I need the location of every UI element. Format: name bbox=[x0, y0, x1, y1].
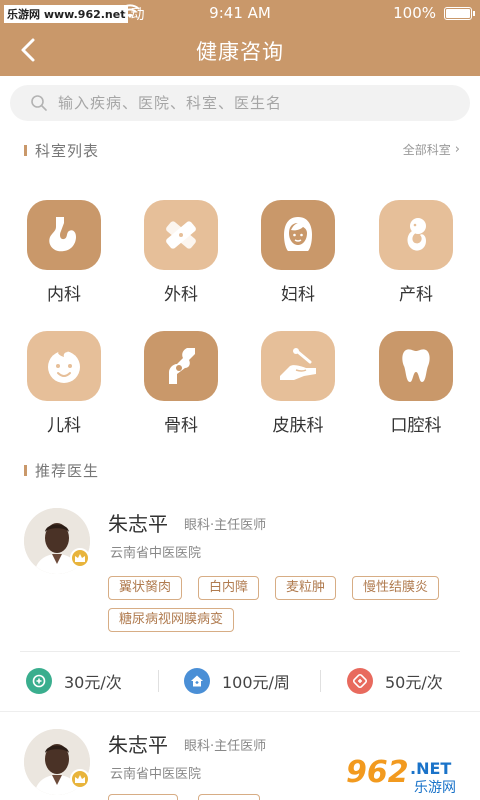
recommended-title: 推荐医生 bbox=[35, 461, 100, 480]
logo-sub: 乐游网 bbox=[414, 780, 456, 796]
dept-tile bbox=[144, 200, 218, 270]
doctor-hospital: 云南省中医医院 bbox=[110, 546, 202, 561]
condition-tag[interactable]: 糖尿病视网膜病变 bbox=[108, 608, 235, 632]
doctor-title: 眼科·主任医师 bbox=[184, 518, 267, 533]
search-icon bbox=[31, 95, 47, 111]
top-bar: 乐游网 www.962.net 动 9:41 AM 100% 健康咨询 bbox=[0, 0, 480, 76]
skin-hand-icon bbox=[280, 348, 316, 380]
doctor-title: 眼科·主任医师 bbox=[184, 739, 267, 754]
price-label: 50元/次 bbox=[385, 673, 443, 692]
dept-dermatology[interactable]: 皮肤科 bbox=[243, 331, 353, 436]
dept-label: 内科 bbox=[47, 285, 81, 305]
dept-internal-medicine[interactable]: 内科 bbox=[9, 200, 119, 305]
bandage-icon bbox=[166, 221, 196, 249]
dept-tile bbox=[144, 331, 218, 401]
baby-icon bbox=[48, 349, 80, 383]
woman-icon bbox=[284, 217, 312, 251]
all-departments-label: 全部科室 bbox=[402, 143, 451, 157]
logo-suffix: .NET bbox=[410, 759, 451, 778]
dept-tile bbox=[27, 331, 101, 401]
doctor-name: 朱志平 bbox=[108, 733, 168, 757]
price-text-consult[interactable]: 30元/次 bbox=[26, 668, 122, 694]
dept-label: 儿科 bbox=[47, 416, 81, 436]
dept-gynecology[interactable]: 妇科 bbox=[243, 200, 353, 305]
condition-tag-partial[interactable] bbox=[108, 794, 178, 800]
stomach-icon bbox=[49, 217, 76, 252]
section-marker bbox=[24, 144, 27, 156]
crown-icon bbox=[70, 548, 90, 568]
divider bbox=[20, 651, 460, 652]
tooth-icon bbox=[402, 349, 430, 382]
condition-tag[interactable]: 慢性结膜炎 bbox=[352, 576, 440, 600]
departments-title: 科室列表 bbox=[35, 141, 100, 160]
condition-tag[interactable]: 麦粒肿 bbox=[275, 576, 337, 600]
all-departments-link[interactable]: 全部科室 › bbox=[403, 141, 460, 158]
price-phone-consult[interactable]: 50元/次 bbox=[347, 668, 443, 694]
dept-tile bbox=[379, 200, 453, 270]
section-marker bbox=[24, 464, 27, 476]
dept-label: 妇科 bbox=[281, 285, 315, 305]
home-icon bbox=[184, 668, 210, 694]
battery-icon bbox=[444, 7, 475, 20]
dept-stomatology[interactable]: 口腔科 bbox=[361, 331, 471, 436]
search-bar[interactable] bbox=[10, 85, 470, 121]
chevron-right-icon: › bbox=[454, 142, 460, 157]
dept-surgery[interactable]: 外科 bbox=[126, 200, 236, 305]
dept-tile bbox=[261, 331, 335, 401]
condition-tag[interactable]: 翼状胬肉 bbox=[108, 576, 183, 600]
status-bar: 乐游网 www.962.net 动 9:41 AM 100% bbox=[0, 0, 480, 26]
card-separator bbox=[0, 711, 480, 712]
logo-digits: 962 bbox=[346, 755, 409, 790]
dept-pediatrics[interactable]: 儿科 bbox=[9, 331, 119, 436]
chat-icon bbox=[26, 668, 52, 694]
dept-label: 产科 bbox=[399, 285, 433, 305]
dept-label: 外科 bbox=[164, 285, 198, 305]
dept-obstetrics[interactable]: 产科 bbox=[361, 200, 471, 305]
dept-label: 口腔科 bbox=[390, 416, 442, 436]
price-label: 30元/次 bbox=[64, 673, 122, 692]
dept-tile bbox=[379, 331, 453, 401]
fetus-icon bbox=[407, 218, 426, 251]
watermark-logo: 962 .NET 乐游网 bbox=[340, 750, 476, 798]
dept-tile bbox=[261, 200, 335, 270]
condition-tag-partial[interactable] bbox=[198, 794, 260, 800]
recommended-header: 推荐医生 bbox=[24, 460, 99, 480]
dept-label: 骨科 bbox=[164, 416, 198, 436]
dept-label: 皮肤科 bbox=[272, 416, 324, 436]
crown-icon bbox=[70, 769, 90, 789]
price-private-doctor[interactable]: 100元/周 bbox=[184, 668, 290, 694]
phone-icon bbox=[347, 668, 373, 694]
bone-joint-icon bbox=[169, 348, 195, 384]
departments-header: 科室列表 bbox=[24, 140, 99, 160]
price-separator bbox=[320, 670, 321, 692]
dept-tile bbox=[27, 200, 101, 270]
condition-tag[interactable]: 白内障 bbox=[198, 576, 260, 600]
page-title: 健康咨询 bbox=[196, 40, 284, 64]
doctor-name: 朱志平 bbox=[108, 512, 168, 536]
search-input[interactable] bbox=[58, 94, 438, 112]
doctor-hospital: 云南省中医医院 bbox=[110, 767, 202, 782]
battery-percent: 100% bbox=[393, 4, 436, 22]
price-label: 100元/周 bbox=[222, 673, 290, 692]
price-separator bbox=[158, 670, 159, 692]
dept-orthopedics[interactable]: 骨科 bbox=[126, 331, 236, 436]
